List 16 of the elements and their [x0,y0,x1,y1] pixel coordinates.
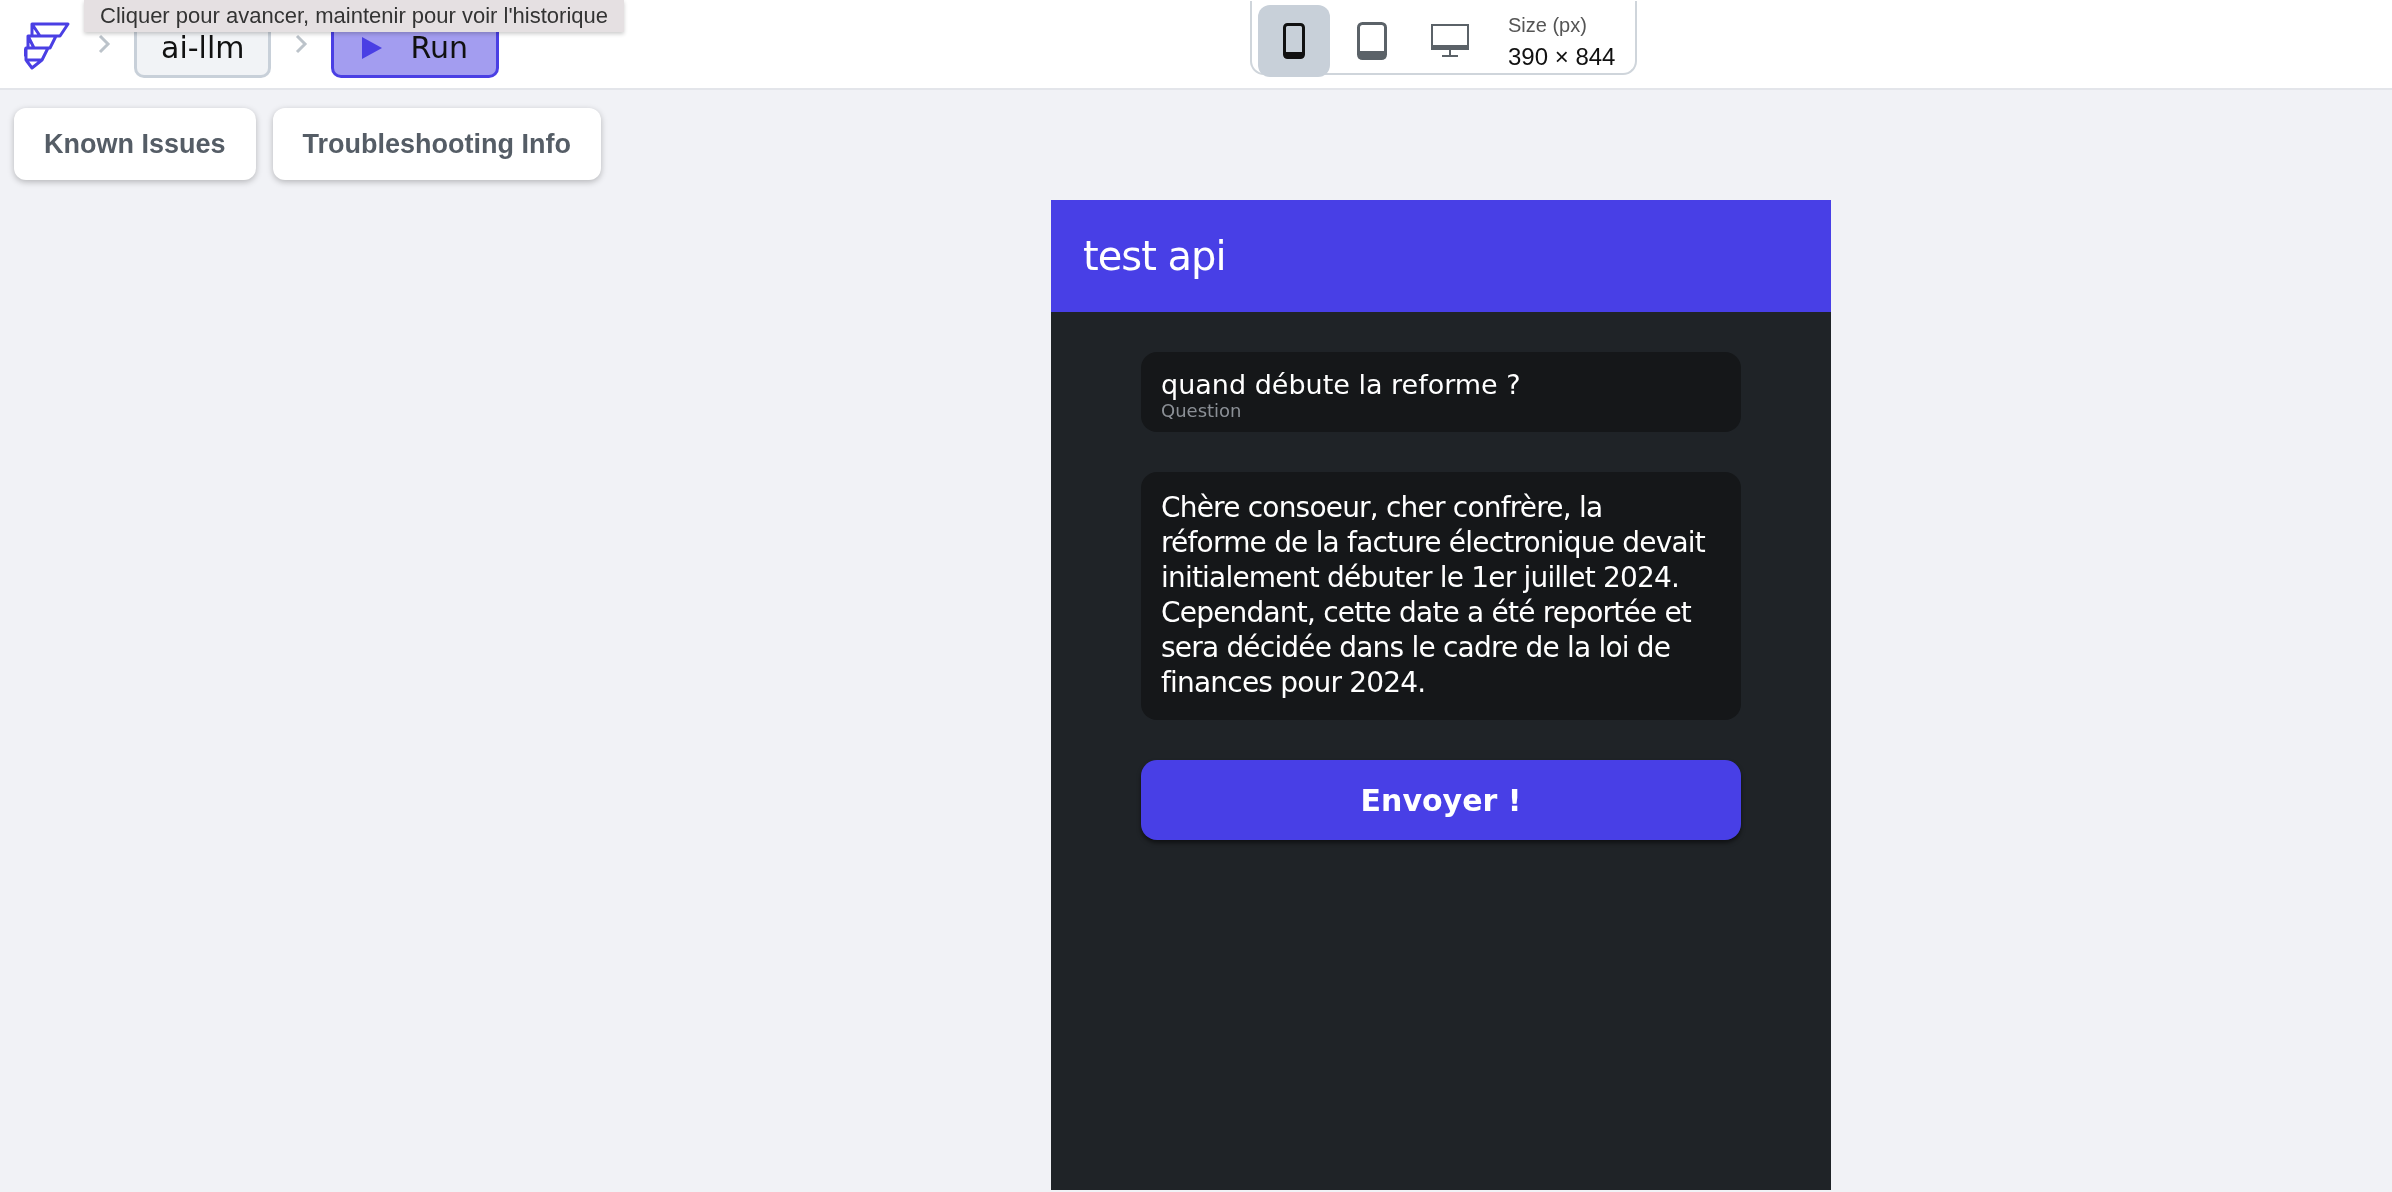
chevron-icon [96,32,112,56]
field-label: Question [1161,400,1242,421]
device-button[interactable] [1258,5,1330,77]
play-icon [362,36,383,59]
monitor-icon [1431,24,1469,58]
answer-text: Chère consoeur, cher confrère, la réforme de la facture électronique devait initialement débuter le 1er juillet 2024. Cependant, cette date a été reportée et sera décidée dans le cadre de la loi de finances pour 2024. [1141,472,1741,720]
size-value: 390 × 844 [1508,42,1616,71]
chevron-icon [293,32,310,56]
tablet-icon [1357,22,1387,60]
help-button[interactable]: Troubleshooting Info [272,108,601,180]
size-label: Size (px) [1508,13,1588,37]
app-title: test api [1083,233,1226,279]
tooltip: Cliquer pour avancer, maintenir pour voir l'historique [84,0,624,32]
send-button[interactable]: Envoyer ! [1141,760,1741,840]
help-button[interactable]: Known Issues [14,108,256,180]
phone-icon [1283,23,1305,59]
